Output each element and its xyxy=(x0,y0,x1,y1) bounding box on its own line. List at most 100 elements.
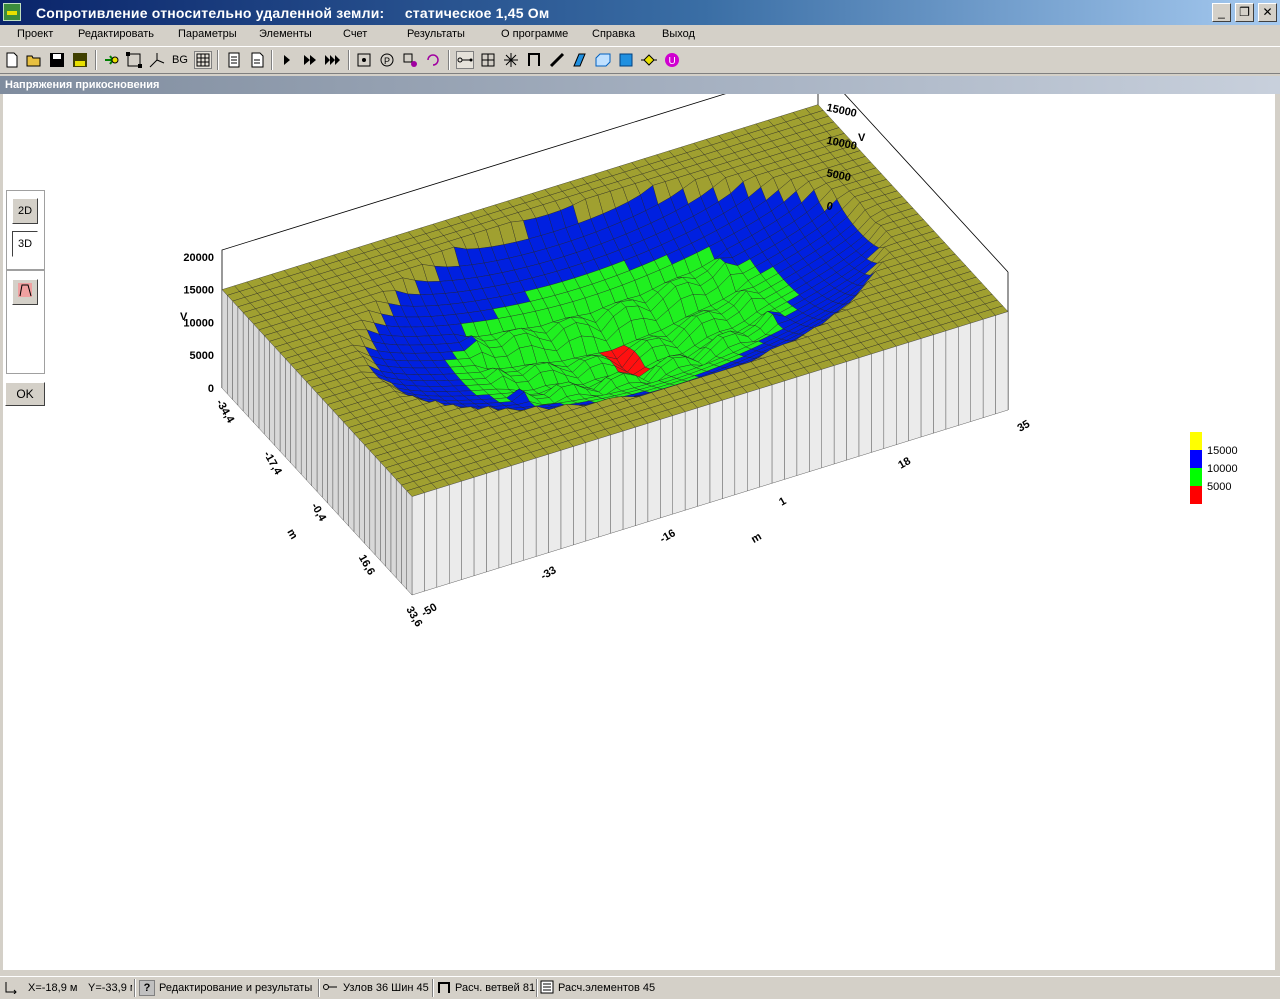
front-wall-cell xyxy=(672,411,686,515)
box-solid-icon[interactable] xyxy=(617,51,635,69)
front-wall-cell xyxy=(858,353,872,457)
front-wall-cell xyxy=(709,399,723,503)
branch-icon xyxy=(436,980,452,996)
report-icon[interactable] xyxy=(248,51,266,69)
new-file-icon[interactable] xyxy=(3,51,21,69)
x-axis-label: m xyxy=(749,530,764,545)
left-wall-cell xyxy=(380,461,386,567)
x-tick: -33 xyxy=(539,564,559,582)
plane-icon[interactable] xyxy=(571,51,589,69)
menu-elements[interactable]: Элементы xyxy=(259,28,312,40)
front-wall-cell xyxy=(771,380,785,484)
front-wall-cell xyxy=(784,376,798,480)
restore-button[interactable]: ❐ xyxy=(1235,3,1254,22)
front-wall-cell xyxy=(883,346,897,449)
menu-results[interactable]: Результаты xyxy=(407,28,465,40)
close-button[interactable]: ✕ xyxy=(1258,3,1277,22)
front-wall-cell xyxy=(473,473,487,577)
elements-icon xyxy=(540,980,554,996)
bg-icon[interactable]: BG xyxy=(171,51,189,69)
left-wall-cell xyxy=(353,432,360,539)
z-axis-label-right: V xyxy=(858,132,866,144)
left-wall-cell xyxy=(316,392,323,498)
axes-icon[interactable] xyxy=(148,51,166,69)
left-wall-cell xyxy=(385,467,392,573)
u-circle-icon[interactable]: U xyxy=(663,51,681,69)
z-tick-right: 15000 xyxy=(825,102,857,120)
menu-calc[interactable]: Счет xyxy=(343,28,367,40)
status-x-coord: X=-18,9 м xyxy=(28,982,78,994)
front-wall-cell xyxy=(995,311,1009,415)
svg-text:P: P xyxy=(384,56,390,66)
front-wall-cell xyxy=(945,326,959,430)
bus-icon[interactable] xyxy=(525,51,543,69)
z-tick-left: 5000 xyxy=(190,350,214,362)
x-tick: 1 xyxy=(777,495,788,508)
z-tick-left: 15000 xyxy=(183,285,214,297)
front-wall-cell xyxy=(821,365,835,469)
status-mode: Редактирование и результаты xyxy=(159,982,313,994)
chart-canvas[interactable]: 2D 3D OK 20000150001000050000V2000015000… xyxy=(3,94,1275,970)
select-frame-icon[interactable] xyxy=(125,51,143,69)
left-wall-cell xyxy=(279,352,286,458)
left-wall-cell xyxy=(343,421,349,527)
link-icon[interactable] xyxy=(456,51,474,69)
front-wall-cell xyxy=(846,357,860,461)
left-wall-cell xyxy=(295,369,302,475)
front-wall-cell xyxy=(734,392,748,496)
front-wall-cell xyxy=(722,396,736,499)
left-wall-cell xyxy=(327,404,334,510)
front-wall-cell xyxy=(908,338,922,442)
diamond-node-icon[interactable] xyxy=(640,51,658,69)
front-wall-cell xyxy=(573,442,587,546)
grid-icon[interactable] xyxy=(194,51,212,69)
node-p-icon[interactable]: P xyxy=(378,51,396,69)
menu-project[interactable]: Проект xyxy=(17,28,53,40)
run-icon[interactable] xyxy=(278,51,296,69)
left-wall-cell xyxy=(221,289,228,395)
menu-about[interactable]: О программе xyxy=(501,28,568,40)
snowflake-icon[interactable] xyxy=(502,51,520,69)
left-wall-cell xyxy=(285,358,291,464)
open-folder-icon[interactable] xyxy=(25,51,43,69)
status-y-coord: Y=-33,9 м xyxy=(88,982,132,994)
cable-icon[interactable] xyxy=(548,51,566,69)
left-wall-cell xyxy=(364,444,370,550)
box-outline-icon[interactable] xyxy=(594,51,612,69)
run-fast-icon[interactable] xyxy=(301,51,319,69)
save-as-icon[interactable] xyxy=(71,51,89,69)
menu-exit[interactable]: Выход xyxy=(662,28,695,40)
add-node-icon[interactable] xyxy=(102,51,120,69)
front-wall-cell xyxy=(697,403,711,507)
front-wall-cell xyxy=(498,465,512,569)
node-rotate-icon[interactable] xyxy=(424,51,442,69)
menu-help[interactable]: Справка xyxy=(592,28,635,40)
x-tick: -50 xyxy=(420,601,440,619)
mesh-icon[interactable] xyxy=(479,51,497,69)
surface-plot: 20000150001000050000V2000015000100005000… xyxy=(180,94,1238,629)
node-d-icon[interactable] xyxy=(401,51,419,69)
menu-parameters[interactable]: Параметры xyxy=(178,28,237,40)
title-bar: Сопротивление относительно удаленной зем… xyxy=(0,0,1280,25)
help-icon[interactable]: ? xyxy=(139,980,155,996)
y-tick: -17,4 xyxy=(261,449,284,477)
z-tick-left: 0 xyxy=(208,383,214,395)
left-wall-cell xyxy=(359,438,365,544)
status-separator xyxy=(536,979,538,997)
front-wall-cell xyxy=(436,484,450,588)
left-wall-cell xyxy=(369,450,376,556)
node-link-icon xyxy=(322,980,340,996)
menu-edit[interactable]: Редактировать xyxy=(78,28,154,40)
status-separator xyxy=(318,979,320,997)
node-graph-icon[interactable] xyxy=(355,51,373,69)
document-icon[interactable] xyxy=(225,51,243,69)
run-all-icon[interactable] xyxy=(324,51,342,69)
svg-text:U: U xyxy=(669,56,676,67)
window-title: Сопротивление относительно удаленной зем… xyxy=(36,5,550,21)
minimize-button[interactable]: _ xyxy=(1212,3,1231,22)
front-wall-cell xyxy=(759,384,773,488)
toolbar-separator xyxy=(217,50,219,70)
save-icon[interactable] xyxy=(48,51,66,69)
left-wall-cell xyxy=(401,484,407,590)
front-wall-cell xyxy=(933,330,947,434)
